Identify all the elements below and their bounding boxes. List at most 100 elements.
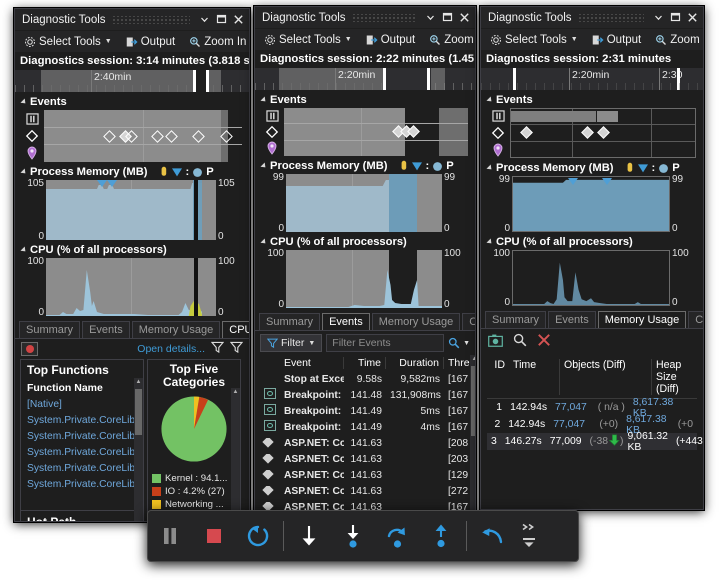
tab-cpu-usage[interactable]: CPU Usage (222, 321, 250, 338)
search-icon[interactable] (513, 333, 527, 352)
drag-grip[interactable] (578, 14, 644, 22)
expander-icon[interactable] (20, 168, 27, 175)
events-lane-markers[interactable] (284, 124, 468, 140)
scroll-up-icon[interactable]: ▲ (134, 378, 143, 387)
select-tools-button[interactable]: Select Tools ▼ (485, 30, 583, 50)
events-lane-breakpoints[interactable] (511, 142, 695, 157)
select-tools-button[interactable]: Select Tools ▼ (19, 32, 117, 52)
break-all-button[interactable] (148, 513, 192, 559)
column-id[interactable]: ID (487, 359, 509, 395)
restart-button[interactable] (236, 513, 280, 559)
expander-icon[interactable] (20, 98, 27, 105)
cpu-section-header[interactable]: CPU (% of all processors) (481, 234, 703, 250)
process-memory-section-header[interactable]: Process Memory (MB) : P (481, 160, 703, 176)
tab-cpu-usage[interactable]: CPU Usage (462, 313, 476, 330)
filter-events-input[interactable]: Filter Events (326, 334, 444, 352)
filter-funnel-alt-icon[interactable] (230, 340, 243, 358)
column-event[interactable]: Event (280, 357, 344, 369)
pie-chart[interactable] (148, 392, 240, 466)
window-menu-chevron-down-icon[interactable] (196, 11, 213, 29)
step-into-button[interactable] (287, 513, 331, 559)
expander-icon[interactable] (260, 96, 267, 103)
expander-icon[interactable] (260, 162, 267, 169)
memory-plot[interactable] (46, 180, 216, 240)
list-item[interactable]: [Native] (21, 396, 143, 412)
gc-marker-icon[interactable] (107, 180, 117, 187)
cpu-plot[interactable] (46, 258, 216, 316)
gc-marker-icon[interactable] (97, 180, 107, 187)
tab-events[interactable]: Events (82, 321, 130, 338)
table-row[interactable]: Breakpoint: get, Ca... 141.49 4ms [167 (260, 419, 470, 435)
events-lane-breakpoints[interactable] (44, 145, 242, 162)
output-button[interactable]: Output (587, 30, 647, 50)
cell-objects[interactable]: 77,047 (549, 419, 589, 430)
memory-plot[interactable] (512, 176, 670, 232)
events-lane-markers[interactable] (511, 125, 695, 141)
column-time[interactable]: Time (344, 357, 386, 369)
close-icon[interactable] (456, 9, 473, 27)
column-heap-size[interactable]: Heap Size (Diff) (651, 359, 697, 395)
cell-objects[interactable]: 77,047 (551, 402, 591, 413)
memory-cursor-bar[interactable] (194, 180, 198, 240)
column-time[interactable]: Time (509, 359, 559, 395)
window-menu-chevron-down-icon[interactable] (422, 9, 439, 27)
events-section-header[interactable]: Events (481, 92, 703, 108)
expander-icon[interactable] (260, 238, 267, 245)
events-grid-scrollbar[interactable]: ▲ (470, 355, 476, 518)
categories-scrollbar[interactable]: ▲ (231, 388, 240, 522)
record-cpu-profile-button[interactable] (21, 342, 38, 356)
event-marker[interactable] (104, 130, 117, 143)
event-marker[interactable] (220, 130, 233, 143)
zoom-in-button[interactable]: Zoom In (184, 32, 249, 52)
gc-marker-icon[interactable] (602, 178, 612, 185)
table-row[interactable]: Breakpoint: get, Ca... 141.49 5ms [167 (260, 403, 470, 419)
event-marker[interactable] (193, 130, 206, 143)
event-marker[interactable] (597, 127, 610, 140)
chevron-down-icon[interactable]: ▼ (463, 340, 470, 347)
search-icon[interactable]: ▼ (448, 337, 470, 349)
stop-debugging-button[interactable] (192, 513, 236, 559)
process-memory-section-header[interactable]: Process Memory (MB) : P (15, 164, 249, 180)
events-lane-breakpoints[interactable] (284, 141, 468, 156)
events-lanes[interactable] (44, 110, 242, 162)
scroll-up-icon[interactable]: ▲ (470, 355, 476, 364)
tab-summary[interactable]: Summary (19, 321, 80, 338)
table-row[interactable]: 3 146.27s 77,009 (-38 ) 9,061.32 KB (+44… (487, 433, 697, 450)
step-back-button[interactable] (470, 513, 514, 559)
scroll-up-icon[interactable]: ▲ (231, 388, 240, 397)
drag-grip[interactable] (352, 14, 416, 22)
output-button[interactable]: Output (121, 32, 181, 52)
chevron-down-icon[interactable]: ▼ (345, 36, 352, 43)
chevron-down-icon[interactable]: ▼ (571, 36, 578, 43)
maximize-icon[interactable] (667, 9, 684, 27)
timeline-ruler[interactable]: 2:20min 2:30 (481, 68, 703, 90)
scrollbar-thumb[interactable] (135, 389, 142, 435)
expander-icon[interactable] (486, 96, 493, 103)
list-item[interactable]: System.Private.CoreLib.dll!( (21, 428, 143, 444)
tab-memory-usage[interactable]: Memory Usage (372, 313, 461, 330)
events-lane-lifecycle[interactable] (284, 108, 468, 124)
tab-summary[interactable]: Summary (259, 313, 320, 330)
step-out-button[interactable] (375, 513, 419, 559)
column-thread[interactable]: Thre (444, 357, 470, 369)
gc-marker-icon[interactable] (568, 178, 578, 185)
cpu-plot[interactable] (512, 250, 670, 306)
filter-funnel-icon[interactable] (211, 340, 224, 358)
tab-memory-usage[interactable]: Memory Usage (598, 311, 687, 328)
table-row[interactable]: ASP.NET: Controller... 141.63 [272 (260, 483, 470, 499)
list-item[interactable]: System.Private.CoreLib.dll!( (21, 412, 143, 428)
cpu-section-header[interactable]: CPU (% of all processors) (15, 242, 249, 258)
events-lanes[interactable] (510, 108, 696, 158)
zoom-in-button[interactable]: Zoom In (650, 30, 703, 50)
tab-memory-usage[interactable]: Memory Usage (132, 321, 221, 338)
expander-icon[interactable] (20, 246, 27, 253)
table-row[interactable]: ASP.NET: Controller... 141.63 [129 (260, 467, 470, 483)
select-tools-button[interactable]: Select Tools ▼ (259, 30, 357, 50)
events-section-header[interactable]: Events (15, 94, 249, 110)
list-item[interactable]: System.Private.CoreLib.dll!( (21, 444, 143, 460)
column-objects[interactable]: Objects (Diff) (559, 359, 651, 395)
scrollbar-thumb[interactable] (471, 366, 476, 436)
column-duration[interactable]: Duration (386, 357, 444, 369)
events-lane-markers[interactable] (44, 128, 242, 146)
maximize-icon[interactable] (439, 9, 456, 27)
